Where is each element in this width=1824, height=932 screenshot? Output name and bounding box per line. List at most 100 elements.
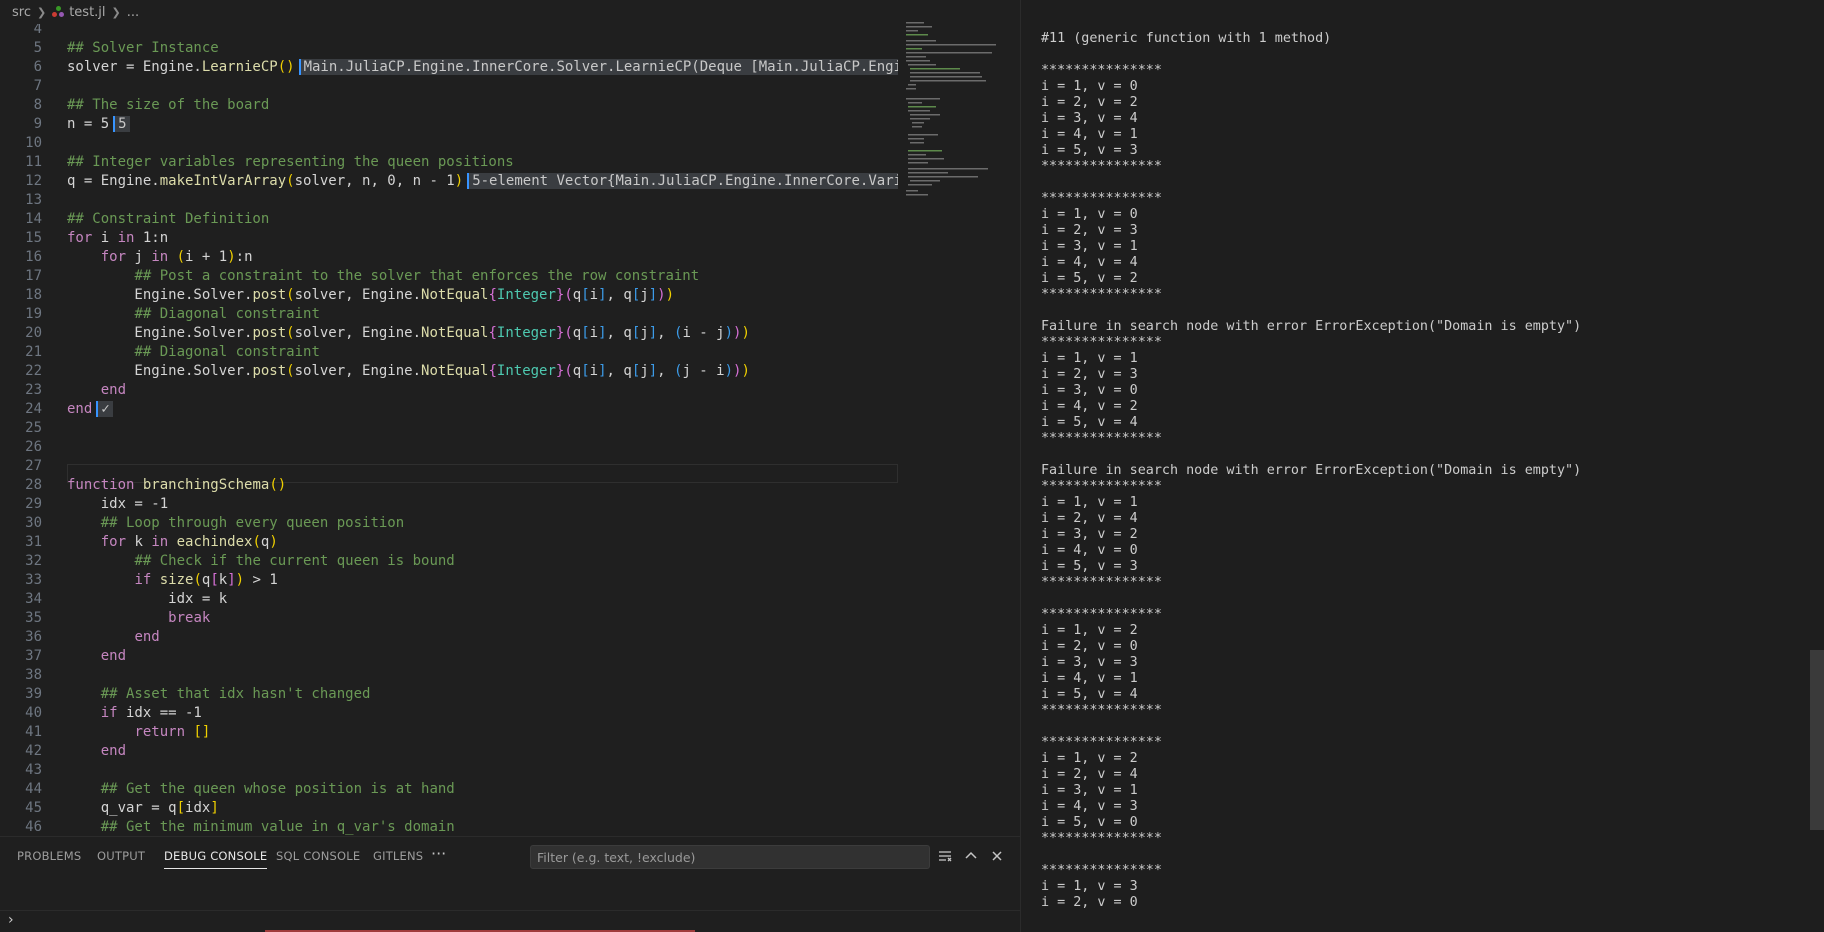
tab-debug-console[interactable]: DEBUG CONSOLE: [164, 849, 268, 869]
breadcrumb-file[interactable]: test.jl: [69, 5, 105, 20]
code-line[interactable]: 41 return []: [0, 723, 898, 742]
code-line[interactable]: 26: [0, 438, 898, 457]
code-line[interactable]: 22 Engine.Solver.post(solver, Engine.Not…: [0, 362, 898, 381]
code-text: Engine.Solver.post(solver, Engine.NotEqu…: [67, 363, 750, 379]
code-line[interactable]: 17 ## Post a constraint to the solver th…: [0, 267, 898, 286]
line-number: 6: [33, 59, 42, 75]
code-line[interactable]: 19 ## Diagonal constraint: [0, 305, 898, 324]
line-number: 20: [25, 325, 42, 341]
chevron-right-icon: ❯: [111, 5, 121, 19]
tab-sql-console[interactable]: SQL CONSOLE: [276, 849, 360, 863]
code-line[interactable]: 6 solver = Engine.LearnieCP() Main.JuliaCP…: [0, 58, 898, 77]
code-line[interactable]: 37 end: [0, 647, 898, 666]
line-number: 46: [25, 819, 42, 835]
output-line: i = 1, v = 1: [1041, 351, 1138, 366]
line-number: 30: [25, 515, 42, 531]
code-line[interactable]: 20 Engine.Solver.post(solver, Engine.Not…: [0, 324, 898, 343]
output-line: i = 5, v = 3: [1041, 559, 1138, 574]
code-line[interactable]: 34 idx = k: [0, 590, 898, 609]
output-line: ***************: [1041, 479, 1162, 494]
code-line[interactable]: 25: [0, 419, 898, 438]
code-text: function branchingSchema(): [67, 477, 287, 493]
code-line[interactable]: 29 idx = -1: [0, 495, 898, 514]
code-text: idx = -1: [67, 496, 169, 512]
code-line[interactable]: 16 for j in (i + 1):n: [0, 248, 898, 267]
line-number: 31: [25, 534, 42, 550]
code-line[interactable]: 38: [0, 666, 898, 685]
code-line[interactable]: 33 if size(q[k]) > 1: [0, 571, 898, 590]
code-line[interactable]: 27: [0, 457, 898, 476]
line-number: 35: [25, 610, 42, 626]
code-text: Engine.Solver.post(solver, Engine.NotEqu…: [67, 287, 675, 303]
line-number: 44: [25, 781, 42, 797]
code-line[interactable]: 15 for i in 1:n: [0, 229, 898, 248]
close-icon[interactable]: [987, 845, 1007, 867]
code-line[interactable]: 40 if idx == -1: [0, 704, 898, 723]
code-line[interactable]: 43: [0, 761, 898, 780]
code-text: end: [100, 382, 127, 398]
chevron-up-icon[interactable]: [961, 845, 981, 867]
code-text: for i in 1:n: [67, 230, 169, 246]
console-divider: [0, 910, 1020, 911]
line-number: 7: [33, 78, 42, 94]
code-editor[interactable]: 4 5 ## Solver Instance 6 solver = Engine.Lea…: [0, 24, 898, 836]
code-line[interactable]: 24 end ✓: [0, 400, 898, 419]
editor-pane: src ❯ test.jl ❯ ... 4 5 ## Solver Instance…: [0, 0, 1020, 836]
output-pane[interactable]: #11 (generic function with 1 method) ****…: [1020, 0, 1824, 932]
code-line[interactable]: 44 ## Get the queen whose position is at…: [0, 780, 898, 799]
output-line: i = 1, v = 2: [1041, 751, 1138, 766]
line-number: 33: [25, 572, 42, 588]
code-line[interactable]: 42 end: [0, 742, 898, 761]
code-line[interactable]: 23 end: [0, 381, 898, 400]
debug-console-input[interactable]: ›: [0, 874, 1020, 932]
code-line[interactable]: 35 break: [0, 609, 898, 628]
filter-input[interactable]: [530, 845, 930, 869]
code-line[interactable]: 21 ## Diagonal constraint: [0, 343, 898, 362]
code-line[interactable]: 31 for k in eachindex(q): [0, 533, 898, 552]
output-line: i = 3, v = 1: [1041, 239, 1138, 254]
code-text: idx = k: [67, 591, 228, 607]
code-line[interactable]: 11 ## Integer variables representing the …: [0, 153, 898, 172]
output-line: i = 5, v = 3: [1041, 143, 1138, 158]
chevron-right-icon: ❯: [36, 5, 47, 19]
tab-output[interactable]: OUTPUT: [97, 849, 145, 863]
minimap[interactable]: [898, 18, 1020, 836]
more-icon[interactable]: ···: [431, 844, 446, 863]
code-line[interactable]: 7: [0, 77, 898, 96]
code-text: q = Engine.makeIntVarArray(solver, n, 0,…: [67, 172, 898, 191]
breadcrumb-more[interactable]: ...: [127, 5, 139, 20]
code-line[interactable]: 36 end: [0, 628, 898, 647]
code-line[interactable]: 39 ## Asset that idx hasn't changed: [0, 685, 898, 704]
code-line[interactable]: 46 ## Get the minimum value in q_var's d…: [0, 818, 898, 836]
code-line[interactable]: 12 q = Engine.makeIntVarArray(solver, n, …: [0, 172, 898, 191]
code-line[interactable]: 45 q_var = q[idx]: [0, 799, 898, 818]
code-line[interactable]: 18 Engine.Solver.post(solver, Engine.Not…: [0, 286, 898, 305]
line-number: 4: [33, 24, 42, 37]
list-filter-icon[interactable]: [935, 845, 955, 867]
breadcrumb: src ❯ test.jl ❯ ...: [0, 0, 1020, 24]
breadcrumb-folder[interactable]: src: [12, 5, 31, 20]
code-line[interactable]: 8 ## The size of the board: [0, 96, 898, 115]
tab-gitlens[interactable]: GITLENS: [373, 849, 423, 863]
output-line: i = 2, v = 0: [1041, 639, 1138, 654]
code-line[interactable]: 4: [0, 24, 898, 39]
code-line[interactable]: 14 ## Constraint Definition: [0, 210, 898, 229]
output-scrollbar[interactable]: [1810, 650, 1824, 830]
code-line[interactable]: 28 function branchingSchema(): [0, 476, 898, 495]
code-line[interactable]: 5 ## Solver Instance: [0, 39, 898, 58]
minimap-preview: [906, 22, 996, 196]
code-line[interactable]: 13: [0, 191, 898, 210]
code-line[interactable]: 30 ## Loop through every queen position: [0, 514, 898, 533]
tab-problems[interactable]: PROBLEMS: [17, 849, 81, 863]
output-line: Failure in search node with error ErrorE…: [1041, 463, 1582, 478]
output-line: i = 2, v = 0: [1041, 895, 1138, 910]
code-line[interactable]: 10: [0, 134, 898, 153]
line-number: 29: [25, 496, 42, 512]
code-line[interactable]: 32 ## Check if the current queen is boun…: [0, 552, 898, 571]
code-text: ## Integer variables representing the qu…: [67, 154, 514, 170]
code-line[interactable]: 9 n = 55: [0, 115, 898, 134]
code-text: return []: [134, 724, 211, 740]
